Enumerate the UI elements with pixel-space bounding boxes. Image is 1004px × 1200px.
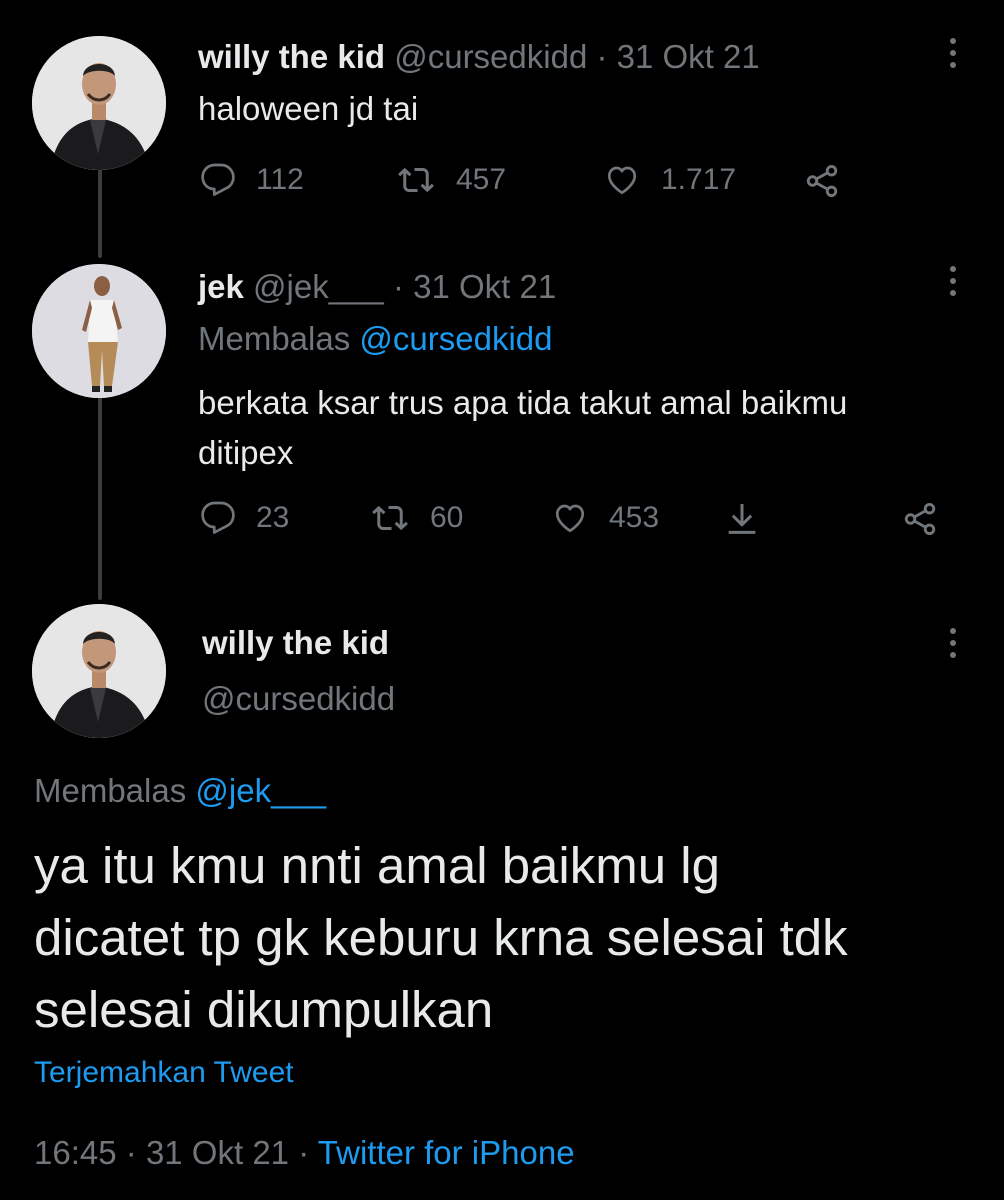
- person-photo-icon: [32, 36, 166, 170]
- tweet-text-line: ditipex: [198, 434, 294, 471]
- download-icon: [722, 499, 762, 539]
- retweet-button[interactable]: 457: [396, 162, 506, 198]
- more-vertical-icon[interactable]: [943, 38, 963, 68]
- author-handle[interactable]: @cursedkidd: [202, 680, 395, 718]
- reply-context: Membalas @cursedkidd: [198, 320, 553, 358]
- share-button[interactable]: [802, 162, 842, 200]
- tweet-header: jek @jek___ · 31 Okt 21: [198, 268, 556, 306]
- tweet-text-line: ya itu kmu nnti amal baikmu lg: [34, 837, 720, 894]
- retweet-icon: [396, 162, 436, 198]
- person-photo-icon: [32, 604, 166, 738]
- reply-prefix: Membalas: [34, 772, 187, 809]
- like-button[interactable]: 453: [551, 500, 659, 536]
- author-handle[interactable]: @cursedkidd: [394, 38, 587, 75]
- translate-tweet-link[interactable]: Terjemahkan Tweet: [34, 1056, 294, 1090]
- thread-line: [98, 395, 102, 600]
- like-count: 453: [609, 501, 660, 534]
- share-icon: [900, 500, 940, 538]
- tweet-time[interactable]: 16:45: [34, 1134, 117, 1171]
- avatar[interactable]: [32, 36, 166, 170]
- reply-button[interactable]: 112: [200, 162, 304, 198]
- author-name[interactable]: jek: [198, 268, 244, 305]
- author-handle[interactable]: @jek___: [253, 268, 384, 305]
- author-name[interactable]: willy the kid: [198, 38, 385, 75]
- reply-icon: [200, 162, 236, 198]
- tweet-date[interactable]: · 31 Okt 21: [596, 38, 759, 75]
- meta-separator: ·: [298, 1134, 310, 1171]
- heart-icon: [603, 162, 641, 198]
- author-name[interactable]: willy the kid: [202, 624, 389, 662]
- share-icon: [802, 162, 842, 200]
- tweet-date[interactable]: · 31 Okt 21: [393, 268, 556, 305]
- more-vertical-icon[interactable]: [943, 266, 963, 296]
- thread-line: [98, 160, 102, 258]
- download-button[interactable]: [722, 499, 762, 539]
- tweet-text-line: dicatet tp gk keburu krna selesai tdk: [34, 909, 848, 966]
- retweet-button[interactable]: 60: [370, 500, 463, 536]
- tweet-text: haloween jd tai: [198, 90, 419, 127]
- retweet-count: 457: [456, 163, 507, 196]
- tweet-text: berkata ksar trus apa tida takut amal ba…: [198, 378, 847, 478]
- retweet-icon: [370, 500, 410, 536]
- like-button[interactable]: 1.717: [603, 162, 736, 198]
- retweet-count: 60: [430, 501, 464, 534]
- share-button[interactable]: [900, 500, 940, 538]
- reply-count: 23: [256, 501, 290, 534]
- meta-separator: ·: [125, 1134, 137, 1171]
- main-tweet-text: ya itu kmu nnti amal baikmu lg dicatet t…: [34, 830, 848, 1046]
- reply-button[interactable]: 23: [200, 500, 289, 536]
- reply-prefix: Membalas: [198, 320, 351, 357]
- reply-to-link[interactable]: @cursedkidd: [359, 320, 552, 357]
- tweet-meta: 16:45 · 31 Okt 21 · Twitter for iPhone: [34, 1134, 575, 1172]
- tweet-header: willy the kid @cursedkidd · 31 Okt 21: [198, 38, 760, 76]
- tweet-date[interactable]: 31 Okt 21: [146, 1134, 289, 1171]
- like-count: 1.717: [661, 163, 737, 196]
- person-photo-icon: [32, 264, 166, 398]
- reply-icon: [200, 500, 236, 536]
- heart-icon: [551, 500, 589, 536]
- tweet-text-line: selesai dikumpulkan: [34, 981, 494, 1038]
- reply-context: Membalas @jek___: [34, 772, 326, 810]
- avatar[interactable]: [32, 264, 166, 398]
- avatar[interactable]: [32, 604, 166, 738]
- reply-count: 112: [256, 163, 304, 196]
- tweet-text-line: berkata ksar trus apa tida takut amal ba…: [198, 384, 848, 421]
- reply-to-link[interactable]: @jek___: [195, 772, 326, 809]
- more-vertical-icon[interactable]: [943, 628, 963, 658]
- tweet-source[interactable]: Twitter for iPhone: [318, 1134, 575, 1171]
